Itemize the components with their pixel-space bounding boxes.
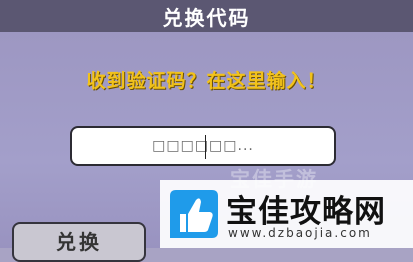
watermark-brand: 宝佳攻略网: [226, 194, 386, 230]
text-caret: [205, 135, 206, 159]
instruction-text: 收到验证码？在这里输入！: [86, 70, 327, 92]
redeem-button[interactable]: 兑换: [12, 222, 146, 262]
code-input-value: □□□□□□...: [152, 138, 254, 154]
redeem-button-label: 兑换: [56, 230, 102, 254]
watermark-banner: 宝佳攻略网 www.dzbaojia.com: [160, 180, 413, 248]
title-bar: 兑换代码: [0, 0, 413, 32]
thumbs-up-icon: [170, 190, 218, 238]
dialog-title: 兑换代码: [162, 5, 251, 30]
watermark-url: www.dzbaojia.com: [228, 226, 372, 240]
redeem-code-input[interactable]: □□□□□□...: [70, 126, 336, 166]
